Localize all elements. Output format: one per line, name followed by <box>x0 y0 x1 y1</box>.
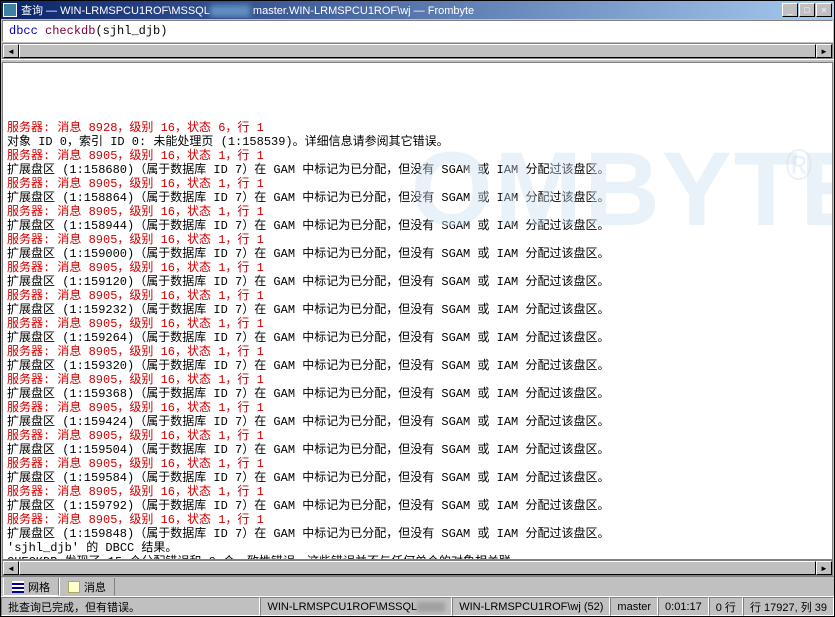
window-title: 查询 — WIN-LRMSPCU1ROF\MSSQL master.WIN-LR… <box>21 2 782 18</box>
tab-messages[interactable]: 消息 <box>59 578 115 596</box>
result-line: 'sjhl_djb' 的 DBCC 结果。 <box>7 541 828 555</box>
maximize-button[interactable]: □ <box>799 3 815 17</box>
status-message: 批查询已完成，但有错误。 <box>1 597 260 616</box>
error-header: 服务器: 消息 8905，级别 16，状态 1，行 1 <box>7 289 828 303</box>
scroll-thumb[interactable] <box>19 44 816 58</box>
results-pane[interactable]: ® OMBYTE 服务器: 消息 8928，级别 16，状态 6，行 1对象 I… <box>2 62 833 560</box>
error-message: 扩展盘区 (1:159504)（属于数据库 ID 7）在 GAM 中标记为已分配… <box>7 443 828 457</box>
error-header: 服务器: 消息 8905，级别 16，状态 1，行 1 <box>7 177 828 191</box>
error-header: 服务器: 消息 8905，级别 16，状态 1，行 1 <box>7 513 828 527</box>
sql-editor[interactable]: dbcc checkdb(sjhl_djb) <box>2 20 833 42</box>
error-header: 服务器: 消息 8905，级别 16，状态 1，行 1 <box>7 149 828 163</box>
error-header: 服务器: 消息 8905，级别 16，状态 1，行 1 <box>7 429 828 443</box>
error-header: 服务器: 消息 8905，级别 16，状态 1，行 1 <box>7 205 828 219</box>
scroll-left-icon[interactable]: ◄ <box>3 44 19 58</box>
scroll-left-icon[interactable]: ◄ <box>3 561 19 575</box>
error-header: 服务器: 消息 8905，级别 16，状态 1，行 1 <box>7 373 828 387</box>
query-window: 查询 — WIN-LRMSPCU1ROF\MSSQL master.WIN-LR… <box>0 0 835 617</box>
editor-hscroll[interactable]: ◄ ► <box>2 43 833 59</box>
error-message: 扩展盘区 (1:158864)（属于数据库 ID 7）在 GAM 中标记为已分配… <box>7 191 828 205</box>
error-header: 服务器: 消息 8905，级别 16，状态 1，行 1 <box>7 457 828 471</box>
error-message: 对象 ID 0，索引 ID 0: 未能处理页 (1:158539)。详细信息请参… <box>7 135 828 149</box>
scroll-thumb[interactable] <box>19 561 816 575</box>
status-server: WIN-LRMSPCU1ROF\MSSQL <box>260 597 452 616</box>
error-message: 扩展盘区 (1:159232)（属于数据库 ID 7）在 GAM 中标记为已分配… <box>7 303 828 317</box>
error-header: 服务器: 消息 8905，级别 16，状态 1，行 1 <box>7 317 828 331</box>
sql-function: checkdb <box>45 24 95 38</box>
error-header: 服务器: 消息 8905，级别 16，状态 1，行 1 <box>7 261 828 275</box>
error-header: 服务器: 消息 8905，级别 16，状态 1，行 1 <box>7 345 828 359</box>
watermark-reg: ® <box>786 163 812 177</box>
status-bar: 批查询已完成，但有错误。 WIN-LRMSPCU1ROF\MSSQL WIN-L… <box>1 596 834 616</box>
scroll-track[interactable] <box>19 44 816 58</box>
error-message: 扩展盘区 (1:158680)（属于数据库 ID 7）在 GAM 中标记为已分配… <box>7 163 828 177</box>
error-message: 扩展盘区 (1:159368)（属于数据库 ID 7）在 GAM 中标记为已分配… <box>7 387 828 401</box>
error-message: 扩展盘区 (1:159424)（属于数据库 ID 7）在 GAM 中标记为已分配… <box>7 415 828 429</box>
sql-keyword: dbcc <box>9 24 38 38</box>
tab-label: 消息 <box>84 579 106 595</box>
tab-label: 网格 <box>28 579 50 595</box>
tab-grid[interactable]: 网格 <box>3 578 59 596</box>
message-icon <box>68 581 80 593</box>
minimize-button[interactable]: _ <box>782 3 798 17</box>
titlebar[interactable]: 查询 — WIN-LRMSPCU1ROF\MSSQL master.WIN-LR… <box>1 1 834 19</box>
result-tabs: 网格 消息 <box>1 576 834 596</box>
error-message: 扩展盘区 (1:158944)（属于数据库 ID 7）在 GAM 中标记为已分配… <box>7 219 828 233</box>
scroll-track[interactable] <box>19 561 816 575</box>
scroll-right-icon[interactable]: ► <box>816 561 832 575</box>
error-message: 扩展盘区 (1:159584)（属于数据库 ID 7）在 GAM 中标记为已分配… <box>7 471 828 485</box>
error-message: 扩展盘区 (1:159320)（属于数据库 ID 7）在 GAM 中标记为已分配… <box>7 359 828 373</box>
result-line: CHECKDB 发现了 15 个分配错误和 0 个一致性错误，这些错误并不与任何… <box>7 555 828 560</box>
error-message: 扩展盘区 (1:159264)（属于数据库 ID 7）在 GAM 中标记为已分配… <box>7 331 828 345</box>
error-header: 服务器: 消息 8905，级别 16，状态 1，行 1 <box>7 233 828 247</box>
status-cursor: 行 17927, 列 39 <box>743 597 834 616</box>
status-rows: 0 行 <box>709 597 743 616</box>
status-connection: WIN-LRMSPCU1ROF\wj (52) <box>452 597 610 616</box>
sql-arg: (sjhl_djb) <box>95 24 167 38</box>
status-database: master <box>610 597 658 616</box>
grid-icon <box>12 581 24 593</box>
error-header: 服务器: 消息 8928，级别 16，状态 6，行 1 <box>7 121 828 135</box>
error-header: 服务器: 消息 8905，级别 16，状态 1，行 1 <box>7 401 828 415</box>
status-time: 0:01:17 <box>658 597 709 616</box>
error-message: 扩展盘区 (1:159120)（属于数据库 ID 7）在 GAM 中标记为已分配… <box>7 275 828 289</box>
error-message: 扩展盘区 (1:159000)（属于数据库 ID 7）在 GAM 中标记为已分配… <box>7 247 828 261</box>
error-message: 扩展盘区 (1:159848)（属于数据库 ID 7）在 GAM 中标记为已分配… <box>7 527 828 541</box>
window-icon <box>3 3 17 17</box>
error-message: 扩展盘区 (1:159792)（属于数据库 ID 7）在 GAM 中标记为已分配… <box>7 499 828 513</box>
error-header: 服务器: 消息 8905，级别 16，状态 1，行 1 <box>7 485 828 499</box>
results-hscroll[interactable]: ◄ ► <box>2 560 833 576</box>
scroll-right-icon[interactable]: ► <box>816 44 832 58</box>
close-button[interactable]: × <box>816 3 832 17</box>
